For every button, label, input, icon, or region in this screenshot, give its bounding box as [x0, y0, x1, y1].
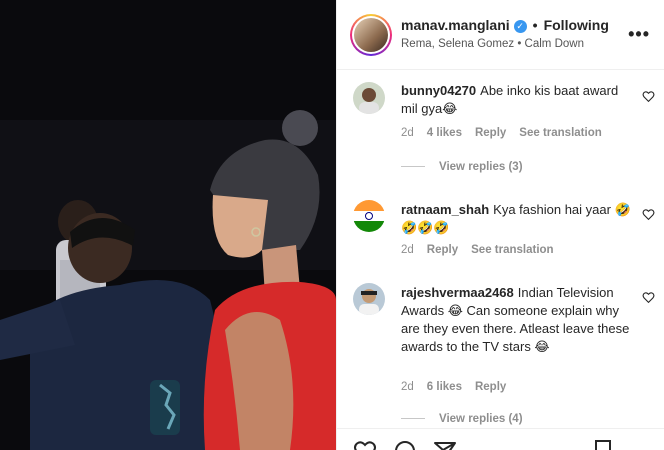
- reply-button[interactable]: Reply: [475, 127, 506, 139]
- commenter-avatar[interactable]: [353, 200, 385, 232]
- comment-list[interactable]: bunny04270 Abe inko kis baat award mil gy…: [337, 71, 664, 428]
- commenter-avatar[interactable]: [353, 82, 385, 114]
- reply-button[interactable]: Reply: [427, 244, 458, 256]
- heart-icon[interactable]: [642, 208, 655, 221]
- see-translation-button[interactable]: See translation: [519, 127, 601, 139]
- comment-body: bunny04270 Abe inko kis baat award mil gy…: [401, 82, 631, 118]
- comment-body: ratnaam_shah Kya fashion hai yaar 🤣🤣🤣🤣: [401, 201, 631, 237]
- audio-credit[interactable]: Rema, Selena Gomez • Calm Down: [401, 38, 584, 50]
- comment-username[interactable]: bunny04270: [401, 83, 476, 98]
- comment-meta: 2d Reply See translation: [401, 244, 567, 256]
- commenter-avatar[interactable]: [353, 283, 385, 315]
- heart-icon[interactable]: [642, 291, 655, 304]
- view-replies-button[interactable]: View replies (3): [401, 161, 523, 173]
- post-detail-panel: manav.manglani ✓ • Following Rema, Selena G…: [336, 0, 664, 450]
- comment-meta: 2d 4 likes Reply See translation: [401, 127, 615, 139]
- comment-time[interactable]: 2d: [401, 244, 414, 256]
- see-translation-button[interactable]: See translation: [471, 244, 553, 256]
- author-username[interactable]: manav.manglani: [401, 17, 510, 33]
- author-avatar[interactable]: [350, 14, 392, 56]
- reply-button[interactable]: Reply: [475, 381, 506, 393]
- comment-time[interactable]: 2d: [401, 127, 414, 139]
- comment-time[interactable]: 2d: [401, 381, 414, 393]
- video-frame: [0, 0, 336, 450]
- action-bar: [337, 428, 664, 450]
- heart-icon[interactable]: [642, 90, 655, 103]
- comment-icon[interactable]: [393, 439, 417, 450]
- post-media[interactable]: [0, 0, 336, 450]
- verified-icon: ✓: [513, 20, 527, 33]
- comment-meta: 2d 6 likes Reply: [401, 381, 519, 393]
- following-button[interactable]: Following: [544, 17, 609, 33]
- view-replies-button[interactable]: View replies (4): [401, 413, 523, 425]
- more-icon[interactable]: •••: [628, 24, 650, 45]
- post-header: manav.manglani ✓ • Following Rema, Selena G…: [337, 0, 664, 70]
- share-icon[interactable]: [433, 439, 457, 450]
- comment-likes[interactable]: 6 likes: [427, 381, 462, 393]
- comment-body: rajeshvermaa2468 Indian Television Awards…: [401, 284, 631, 356]
- heart-icon[interactable]: [353, 439, 377, 450]
- author-line: manav.manglani ✓ • Following: [401, 17, 609, 33]
- comment-username[interactable]: rajeshvermaa2468: [401, 285, 514, 300]
- comment-likes[interactable]: 4 likes: [427, 127, 462, 139]
- comment-username[interactable]: ratnaam_shah: [401, 202, 489, 217]
- bookmark-icon[interactable]: [591, 439, 615, 450]
